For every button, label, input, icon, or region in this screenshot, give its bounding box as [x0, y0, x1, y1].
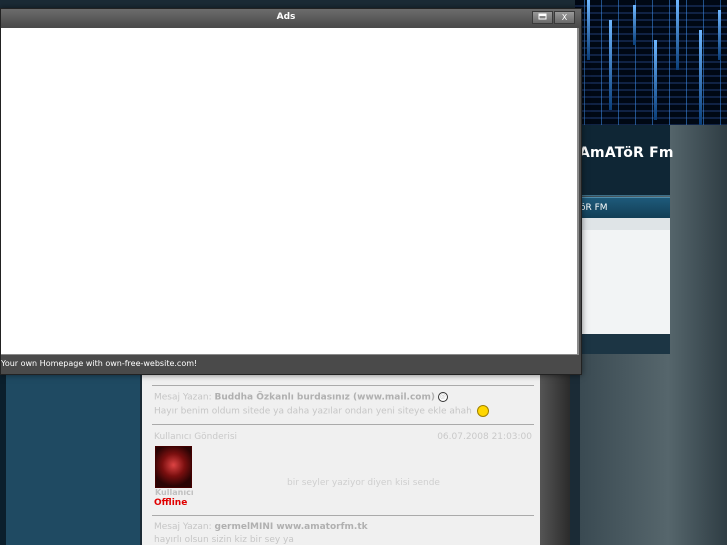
- forum-side-border: [540, 355, 570, 545]
- minimize-icon[interactable]: [532, 11, 553, 24]
- site-title: AmATöR Fm: [579, 145, 674, 161]
- post-author[interactable]: germelMINI www.amatorfm.tk: [215, 522, 368, 532]
- user-name[interactable]: Kullanıcı: [155, 488, 194, 497]
- ads-popup-window[interactable]: Ads X Your own Homepage with own-free-we…: [0, 8, 582, 375]
- ads-content-frame[interactable]: [1, 28, 579, 355]
- post-author-prefix: Mesaj Yazan:: [154, 392, 212, 403]
- post-divider: [152, 424, 534, 425]
- window-title: Ads: [276, 12, 296, 22]
- post-timestamp: 06.07.2008 21:03:00: [437, 432, 532, 442]
- post-meta-left: Kullanıcı Gönderisi: [154, 432, 238, 442]
- header-background-image: [575, 0, 727, 125]
- post-divider: [152, 515, 534, 516]
- post-body: Hayır benim oldum sitede ya daha yazılar…: [154, 405, 489, 417]
- post-header-line: Mesaj Yazan: germelMINI www.amatorfm.tk: [154, 522, 368, 532]
- content-panel-footer: [575, 334, 670, 354]
- post-divider: [152, 385, 534, 386]
- nav-item-label[interactable]: öR FM: [580, 203, 608, 213]
- close-icon[interactable]: X: [554, 11, 575, 24]
- window-controls: X: [532, 11, 575, 24]
- smiley-icon: [476, 405, 489, 417]
- post-body-text: hayırlı olsun sizin kiz bir sey ya: [154, 535, 294, 545]
- post-body-text: Hayır benim oldum sitede ya daha yazılar…: [154, 406, 472, 417]
- content-panel: [575, 218, 670, 346]
- window-titlebar[interactable]: Ads X: [1, 9, 581, 27]
- minimize-glyph: [538, 13, 547, 20]
- post-body-text: bir seyler yaziyor diyen kisi sende: [287, 478, 440, 488]
- user-status: Offline: [154, 498, 188, 508]
- user-avatar[interactable]: [155, 446, 192, 488]
- left-column-background: [0, 372, 140, 545]
- post-header-line: Mesaj Yazan: Buddha Özkanlı burdasınız (…: [154, 392, 448, 403]
- post-author-prefix: Mesaj Yazan:: [154, 522, 212, 532]
- forum-posts: Mesaj Yazan: Buddha Özkanlı burdasınız (…: [142, 355, 540, 545]
- ads-footer-link[interactable]: Your own Homepage with own-free-website.…: [1, 359, 197, 368]
- email-icon[interactable]: @: [437, 392, 448, 402]
- post-author[interactable]: Buddha Özkanlı burdasınız (www.mail.com): [215, 393, 435, 403]
